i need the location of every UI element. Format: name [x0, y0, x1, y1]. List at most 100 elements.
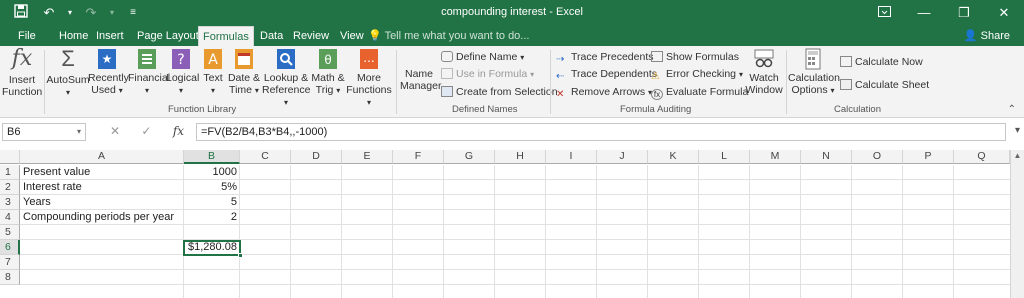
date-time-button[interactable]: Date & Time ▾: [226, 48, 262, 97]
column-header-j[interactable]: J: [597, 150, 648, 164]
column-header-l[interactable]: L: [699, 150, 750, 164]
watch-window-button[interactable]: Watch Window: [744, 48, 784, 96]
expand-formula-bar-icon[interactable]: ▾: [1015, 125, 1020, 136]
cell-b2[interactable]: 5%: [184, 180, 240, 195]
share-button[interactable]: 👤 Share: [964, 26, 1010, 46]
column-header-p[interactable]: P: [903, 150, 954, 164]
tab-view[interactable]: View: [336, 26, 368, 46]
calculate-now-button[interactable]: Calculate Now: [840, 56, 923, 68]
ribbon-display-icon[interactable]: [864, 0, 904, 26]
formula-bar-icons: ✕ ✓ fx: [110, 124, 184, 138]
remove-arrows-button[interactable]: ✕ Remove Arrows ▾: [556, 86, 652, 100]
svg-text:...: ...: [363, 51, 374, 65]
select-all-corner[interactable]: [0, 150, 20, 164]
formula-input[interactable]: =FV(B2/B4,B3*B4,,-1000): [196, 123, 1006, 141]
column-header-n[interactable]: N: [801, 150, 852, 164]
insert-function-icon[interactable]: fx: [173, 124, 184, 138]
enter-icon[interactable]: ✓: [141, 124, 151, 138]
row-header-7[interactable]: 7: [0, 255, 20, 270]
cell-b4[interactable]: 2: [184, 210, 240, 225]
more-functions-label-2: Functions: [346, 84, 392, 96]
row-header-3[interactable]: 3: [0, 195, 20, 210]
dropdown-icon: ▾: [366, 98, 371, 107]
minimize-icon[interactable]: —: [904, 0, 944, 26]
column-header-d[interactable]: D: [291, 150, 342, 164]
recently-used-label-2: Used: [91, 84, 116, 96]
column-header-i[interactable]: I: [546, 150, 597, 164]
cell-a1[interactable]: Present value: [20, 165, 184, 180]
date-time-label-2: Time: [229, 84, 252, 96]
more-functions-button[interactable]: ... More Functions ▾: [344, 48, 394, 109]
vertical-scrollbar[interactable]: ▲: [1010, 150, 1024, 298]
column-header-m[interactable]: M: [750, 150, 801, 164]
cell-b6[interactable]: $1,280.08: [183, 240, 241, 256]
error-checking-button[interactable]: ⚠ Error Checking ▾: [651, 68, 743, 82]
column-header-h[interactable]: H: [495, 150, 546, 164]
show-formulas-button[interactable]: Show Formulas: [651, 51, 739, 63]
tab-insert[interactable]: Insert: [92, 26, 128, 46]
collapse-ribbon-icon[interactable]: ⌃: [1008, 104, 1016, 115]
row-header-2[interactable]: 2: [0, 180, 20, 195]
create-from-selection-button[interactable]: Create from Selection: [441, 86, 558, 98]
insert-function-button[interactable]: fx Insert Function: [2, 48, 42, 99]
name-box[interactable]: B6 ▾: [2, 123, 86, 141]
recently-used-label-1: Recently: [88, 72, 129, 84]
calculate-sheet-button[interactable]: Calculate Sheet: [840, 79, 929, 91]
define-name-button[interactable]: Define Name ▾: [441, 51, 524, 63]
calendar-book-icon: [233, 48, 255, 70]
cancel-icon[interactable]: ✕: [110, 124, 120, 138]
restore-icon[interactable]: ❐: [944, 0, 984, 26]
column-header-k[interactable]: K: [648, 150, 699, 164]
column-header-b[interactable]: B: [184, 150, 240, 164]
close-icon[interactable]: ✕: [984, 0, 1024, 26]
dropdown-icon: ▾: [738, 70, 743, 79]
cell-a3[interactable]: Years: [20, 195, 184, 210]
evaluate-formula-button[interactable]: fx Evaluate Formula: [651, 86, 748, 100]
column-header-e[interactable]: E: [342, 150, 393, 164]
logical-button[interactable]: ? Logical ▾: [166, 48, 199, 97]
cell-b1[interactable]: 1000: [184, 165, 240, 180]
row-header-5[interactable]: 5: [0, 225, 20, 240]
tell-me-box[interactable]: 💡 Tell me what you want to do...: [368, 26, 529, 46]
cell-a2[interactable]: Interest rate: [20, 180, 184, 195]
fill-handle[interactable]: [238, 253, 243, 258]
column-header-f[interactable]: F: [393, 150, 444, 164]
text-book-icon: A: [202, 48, 224, 70]
column-header-q[interactable]: Q: [954, 150, 1010, 164]
calculation-group-label: Calculation: [834, 104, 881, 115]
math-trig-button[interactable]: θ Math & Trig ▾: [310, 48, 346, 97]
cell-a4[interactable]: Compounding periods per year: [20, 210, 184, 225]
column-header-g[interactable]: G: [444, 150, 495, 164]
tab-data[interactable]: Data: [256, 26, 287, 46]
worksheet-grid[interactable]: A B C D E F G H I J K L M N O P Q 1 2 3 …: [0, 150, 1024, 298]
dropdown-icon: ▾: [336, 86, 341, 95]
tab-review[interactable]: Review: [289, 26, 333, 46]
scroll-up-icon[interactable]: ▲: [1011, 151, 1024, 160]
autosum-button[interactable]: Σ AutoSum ▾: [46, 48, 90, 99]
financial-book-icon: [136, 48, 158, 70]
column-header-c[interactable]: C: [240, 150, 291, 164]
tab-page-layout[interactable]: Page Layout: [133, 26, 203, 46]
financial-button[interactable]: Financial ▾: [128, 48, 170, 97]
chevron-down-icon[interactable]: ▾: [77, 124, 81, 140]
remove-arrows-label: Remove Arrows: [571, 86, 646, 98]
trace-precedents-button[interactable]: ⇢ Trace Precedents: [556, 51, 653, 65]
column-header-a[interactable]: A: [20, 150, 184, 164]
column-header-o[interactable]: O: [852, 150, 903, 164]
calculation-options-button[interactable]: Calculation Options ▾: [788, 48, 840, 97]
lookup-reference-button[interactable]: Lookup & Reference ▾: [262, 48, 310, 109]
name-manager-button[interactable]: Name Manager: [400, 68, 441, 92]
tab-home[interactable]: Home: [55, 26, 92, 46]
row-header-4[interactable]: 4: [0, 210, 20, 225]
use-in-formula-button[interactable]: Use in Formula ▾: [441, 68, 534, 80]
tab-file[interactable]: File: [14, 26, 40, 46]
trace-dependents-button[interactable]: ⇠ Trace Dependents: [556, 68, 657, 82]
cell-b3[interactable]: 5: [184, 195, 240, 210]
math-book-icon: θ: [317, 48, 339, 70]
row-header-8[interactable]: 8: [0, 270, 20, 285]
text-button[interactable]: A Text ▾: [200, 48, 226, 97]
row-header-6[interactable]: 6: [0, 240, 20, 255]
row-header-1[interactable]: 1: [0, 165, 20, 180]
tab-formulas[interactable]: Formulas: [198, 26, 254, 46]
recently-used-button[interactable]: ★ Recently Used ▾: [88, 48, 129, 97]
